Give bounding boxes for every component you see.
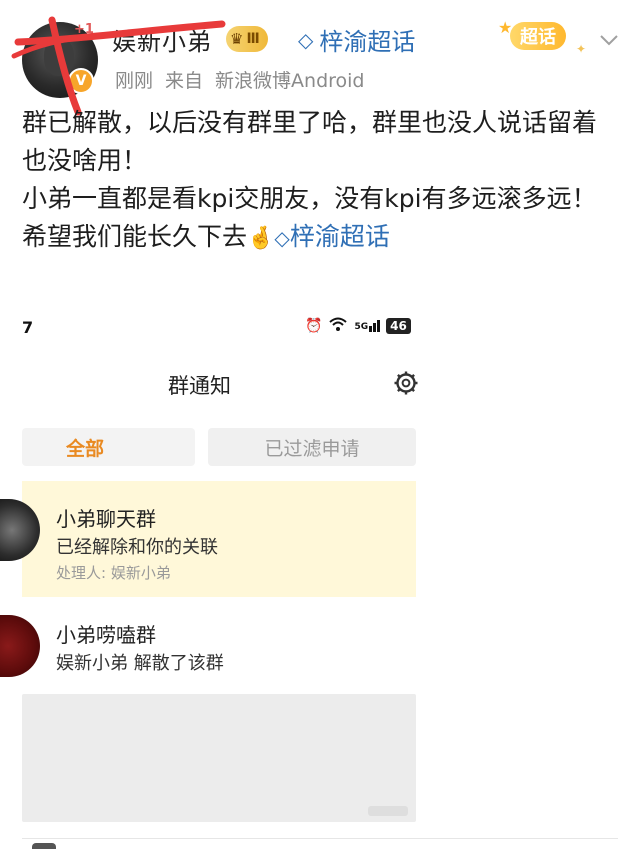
post-time: 刚刚 [115, 70, 154, 92]
blank-placeholder [22, 694, 416, 822]
diamond-icon: ◇ [274, 226, 290, 250]
signal-label: 5G [354, 322, 369, 332]
diamond-icon: ◇ [298, 27, 314, 52]
username[interactable]: 娱新小弟 [112, 22, 212, 57]
crossed-fingers-icon: 🤞 [247, 226, 275, 251]
tab-filtered-requests[interactable]: 已过滤申请 [208, 428, 416, 466]
group-avatar [0, 615, 40, 677]
signal-icon: 5G [354, 320, 381, 332]
post-source-prefix: 来自 [165, 70, 204, 92]
group-avatar [0, 499, 40, 561]
post-line-3-text: 希望我们能长久下去 [22, 222, 248, 251]
supertopic-sticker[interactable]: ★ 超话 ✦ [498, 18, 586, 56]
gear-icon[interactable] [393, 370, 419, 396]
sparkle-icon: ✦ [575, 42, 586, 56]
supertopic-sticker-label: 超话 [510, 22, 566, 50]
bottom-divider [22, 838, 618, 849]
post-meta: 刚刚 来自 新浪微博Android [115, 66, 365, 93]
supertopic-link[interactable]: ◇ 梓渝超话 [298, 22, 415, 57]
plus-one-badge: +1 [74, 22, 94, 37]
group-name: 小弟聊天群 [56, 507, 156, 531]
inline-supertopic-link[interactable]: ◇梓渝超话 [274, 222, 389, 251]
list-item[interactable]: 小弟聊天群 已经解除和你的关联 处理人: 娱新小弟 [0, 481, 416, 597]
chevron-down-icon[interactable] [597, 28, 621, 52]
post-body: 群已解散，以后没有群里了哈，群里也没人说话留着也没啥用！ 小弟一直都是看kpi交… [22, 104, 618, 258]
post-line-1: 群已解散，以后没有群里了哈，群里也没人说话留着也没啥用！ [22, 108, 598, 175]
crown-icon: ♛ [230, 30, 244, 48]
notice-message: 娱新小弟 解散了该群 [56, 653, 224, 674]
status-time: 7 [22, 318, 34, 337]
post-line-3: 希望我们能长久下去🤞◇梓渝超话 [22, 218, 618, 258]
supertopic-link-label: 梓渝超话 [319, 28, 416, 56]
status-bar-icons: ⏰ 5G 46 [305, 316, 411, 336]
avatar-face [44, 38, 74, 76]
list-item[interactable]: 小弟唠嗑群 娱新小弟 解散了该群 [0, 603, 416, 691]
tab-all[interactable]: 全部 [22, 428, 195, 466]
embedded-screenshot[interactable]: 7 ⏰ 5G 46 群通知 全部 已过滤申请 小弟聊天群 已经解除和你的关联 处… [0, 300, 640, 830]
post-line-2: 小弟一直都是看kpi交朋友，没有kpi有多远滚多远！ [22, 184, 597, 213]
notice-handler: 处理人: 娱新小弟 [56, 564, 171, 582]
group-name: 小弟唠嗑群 [56, 623, 156, 647]
alarm-icon: ⏰ [305, 318, 323, 334]
watermark [368, 806, 408, 816]
battery-icon: 46 [386, 318, 411, 334]
post-source: 新浪微博Android [215, 70, 365, 92]
level-badge-label: Ⅲ [246, 31, 260, 47]
level-badge[interactable]: ♛ Ⅲ [226, 26, 268, 52]
page-title: 群通知 [168, 374, 231, 398]
inline-supertopic-label: 梓渝超话 [289, 222, 390, 251]
wifi-icon [328, 316, 348, 336]
notice-message: 已经解除和你的关联 [56, 537, 218, 558]
avatar-verified-icon: V [68, 68, 94, 94]
next-post-avatar-edge [32, 843, 56, 849]
